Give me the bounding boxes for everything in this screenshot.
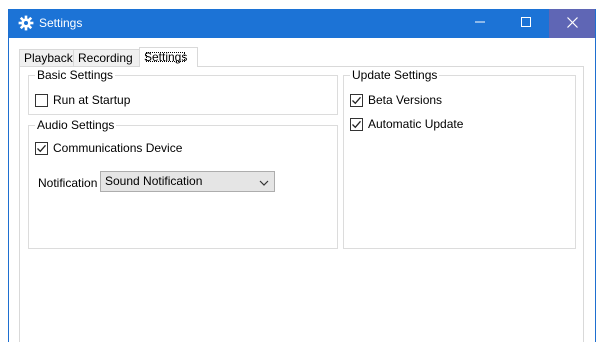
tab-label: Recording — [78, 51, 133, 65]
checkmark-icon — [352, 120, 361, 128]
checkbox-box[interactable] — [350, 93, 363, 107]
checkbox-box[interactable] — [35, 141, 48, 155]
audio-settings-group: Audio Settings Communications Device Not… — [28, 118, 338, 249]
audio-settings-title: Audio Settings — [35, 118, 117, 132]
minimize-icon — [475, 17, 485, 30]
automatic-update-label: Automatic Update — [368, 117, 464, 131]
tab-label: Playback — [24, 51, 73, 65]
automatic-update-checkbox[interactable]: Automatic Update — [350, 116, 463, 132]
close-button[interactable] — [549, 9, 595, 38]
checkmark-icon — [352, 96, 361, 104]
update-settings-title: Update Settings — [350, 68, 440, 82]
settings-tab-page: Basic Settings Run at Startup Audio Sett… — [19, 66, 584, 342]
basic-settings-group: Basic Settings Run at Startup — [28, 68, 338, 115]
communications-device-label: Communications Device — [53, 141, 183, 155]
run-at-startup-checkbox[interactable]: Run at Startup — [35, 92, 130, 108]
checkbox-box[interactable] — [350, 117, 363, 131]
notification-select[interactable]: Sound Notification — [100, 171, 275, 192]
settings-window: Settings Playback Recording Settings Bas… — [8, 9, 596, 342]
notification-label: Notification — [38, 176, 98, 190]
beta-versions-checkbox[interactable]: Beta Versions — [350, 92, 442, 108]
tab-label: Settings — [144, 50, 188, 64]
tab-settings[interactable]: Settings — [139, 47, 198, 67]
checkmark-icon — [37, 144, 46, 152]
basic-settings-title: Basic Settings — [35, 68, 116, 82]
beta-versions-label: Beta Versions — [368, 93, 443, 107]
window-client-area: Playback Recording Settings Basic Settin… — [9, 38, 595, 342]
tab-playback[interactable]: Playback — [19, 49, 74, 66]
chevron-down-icon — [258, 176, 270, 188]
window-title: Settings — [39, 16, 83, 30]
minimize-button[interactable] — [457, 9, 503, 38]
maximize-icon — [521, 17, 531, 30]
tab-recording[interactable]: Recording — [73, 49, 140, 66]
update-settings-group: Update Settings Beta Versions Automatic … — [343, 68, 576, 249]
notification-select-value: Sound Notification — [105, 174, 203, 188]
checkbox-box[interactable] — [35, 93, 48, 107]
close-icon — [566, 16, 578, 31]
run-at-startup-label: Run at Startup — [53, 93, 131, 107]
communications-device-checkbox[interactable]: Communications Device — [35, 140, 182, 156]
title-bar[interactable]: Settings — [9, 9, 595, 38]
maximize-button[interactable] — [503, 9, 549, 38]
gear-icon — [18, 15, 34, 31]
